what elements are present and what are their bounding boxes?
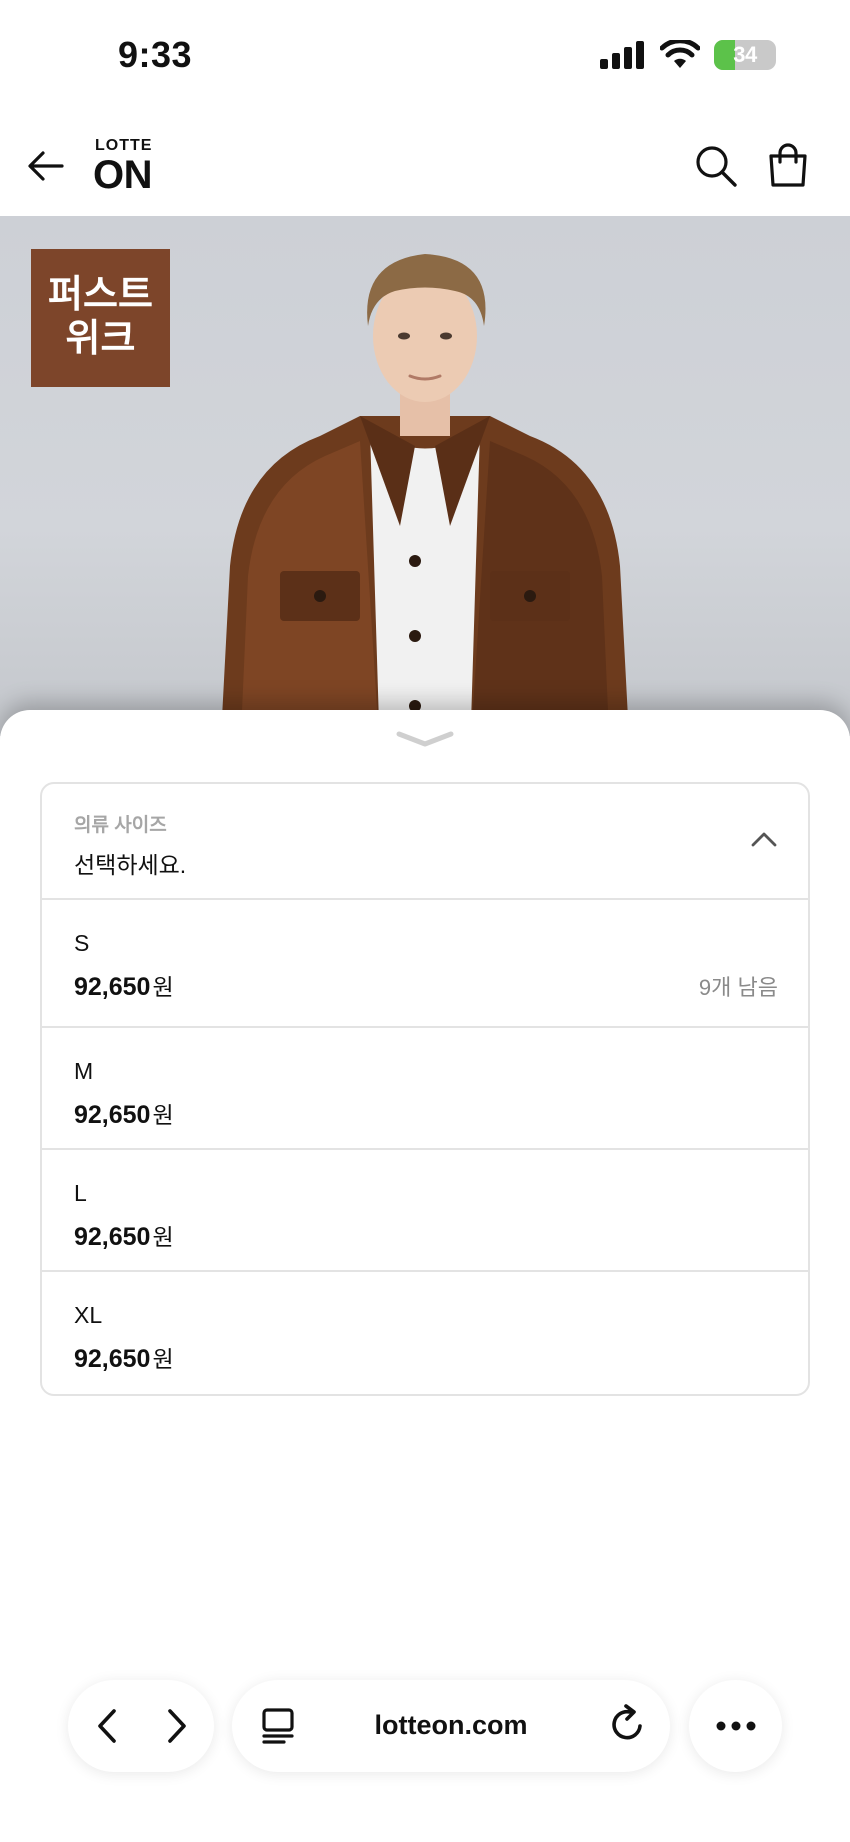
option-price: 92,650원	[74, 1218, 174, 1252]
battery-fill	[714, 40, 736, 70]
address-bar[interactable]: lotteon.com	[232, 1680, 670, 1772]
size-option-s[interactable]: S 92,650원 9개 남음	[42, 900, 808, 1028]
size-select-header[interactable]: 의류 사이즈 선택하세요.	[42, 784, 808, 900]
cart-button[interactable]	[766, 142, 810, 188]
option-stock-remaining: 9개 남음	[698, 975, 778, 1000]
shopping-bag-icon	[769, 143, 807, 187]
option-price-unit: 원	[152, 1102, 174, 1128]
size-option-m[interactable]: M 92,650원	[42, 1028, 808, 1150]
signal-icon	[600, 41, 644, 69]
product-hero: 퍼스트 위크	[0, 216, 850, 736]
option-price-value: 92,650	[74, 1101, 151, 1129]
search-icon	[696, 146, 737, 187]
logo-small-text: LOTTE	[95, 137, 153, 154]
option-price-unit: 원	[152, 1346, 174, 1372]
wifi-icon	[660, 40, 700, 68]
size-option-xl[interactable]: XL 92,650원	[42, 1272, 808, 1394]
back-arrow-icon	[28, 151, 64, 181]
option-price: 92,650원	[74, 968, 174, 1002]
browser-back-button[interactable]	[88, 1706, 128, 1746]
option-price-unit: 원	[152, 974, 174, 1000]
option-size-label: M	[74, 1058, 94, 1084]
size-option-list: 의류 사이즈 선택하세요. S 92,650원 9개 남음 M 92,650원 …	[40, 782, 810, 1396]
back-button[interactable]	[26, 146, 66, 186]
battery-charging-icon: 34	[714, 40, 776, 70]
browser-nav-group	[68, 1680, 214, 1772]
browser-toolbar: lotteon.com	[0, 1676, 850, 1776]
browser-forward-button[interactable]	[156, 1706, 196, 1746]
battery-level: 34	[733, 42, 757, 67]
option-price-value: 92,650	[74, 1345, 151, 1373]
sheet-collapse-handle[interactable]	[395, 728, 455, 750]
option-size-label: L	[74, 1180, 87, 1206]
status-time: 9:33	[118, 34, 193, 75]
logo-big-text: ON	[93, 153, 153, 197]
option-size-label: S	[74, 930, 90, 956]
status-icons: 34	[600, 40, 776, 70]
more-icon	[716, 1721, 756, 1731]
reload-icon	[612, 1704, 642, 1740]
option-price-value: 92,650	[74, 973, 151, 1001]
select-placeholder: 선택하세요.	[74, 852, 187, 878]
promo-badge-line1: 퍼스트	[48, 274, 153, 317]
lotte-on-logo[interactable]: LOTTE ON	[93, 137, 153, 197]
option-price-unit: 원	[152, 1224, 174, 1250]
more-button[interactable]	[689, 1680, 782, 1772]
size-option-l[interactable]: L 92,650원	[42, 1150, 808, 1272]
option-size-label: XL	[74, 1302, 103, 1328]
promo-badge: 퍼스트 위크	[31, 249, 170, 387]
app-header: LOTTE ON	[0, 110, 850, 216]
nav-back-icon	[98, 1709, 116, 1743]
reload-button[interactable]	[608, 1704, 648, 1744]
nav-forward-icon	[168, 1709, 186, 1743]
product-photo[interactable]	[200, 236, 650, 736]
option-price: 92,650원	[74, 1340, 174, 1374]
url-text[interactable]: lotteon.com	[232, 1710, 670, 1741]
promo-badge-line2: 위크	[65, 318, 136, 360]
option-bottom-sheet: 의류 사이즈 선택하세요. S 92,650원 9개 남음 M 92,650원 …	[0, 710, 850, 1842]
option-price: 92,650원	[74, 1096, 174, 1130]
chevron-up-icon[interactable]	[750, 830, 778, 848]
status-bar: 9:33 34	[0, 0, 850, 110]
select-label: 의류 사이즈	[74, 815, 167, 836]
search-button[interactable]	[694, 144, 738, 188]
option-price-value: 92,650	[74, 1223, 151, 1251]
chevron-down-icon	[396, 731, 454, 747]
